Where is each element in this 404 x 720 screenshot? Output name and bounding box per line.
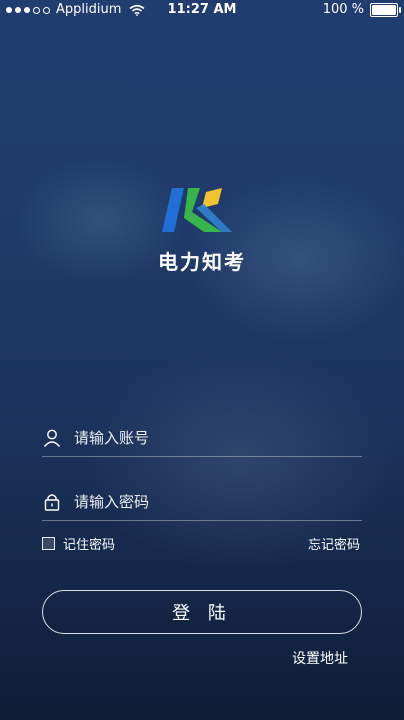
status-bar: Applidium 11:27 AM 100 % bbox=[0, 0, 404, 20]
password-input[interactable] bbox=[74, 493, 362, 511]
status-right: 100 % bbox=[322, 0, 401, 20]
remember-checkbox[interactable] bbox=[42, 537, 55, 550]
app-logo-icon bbox=[162, 188, 232, 232]
battery-icon bbox=[370, 3, 401, 17]
remember-password[interactable]: 记住密码 bbox=[42, 534, 115, 553]
account-field bbox=[42, 420, 362, 457]
forgot-password-link[interactable]: 忘记密码 bbox=[308, 534, 360, 553]
password-field bbox=[42, 484, 362, 521]
battery-percent: 100 % bbox=[322, 2, 364, 17]
user-icon bbox=[43, 429, 61, 447]
battery-fill bbox=[372, 5, 396, 15]
account-input[interactable] bbox=[74, 429, 362, 447]
app-name: 电力知考 bbox=[158, 250, 246, 274]
lock-icon bbox=[44, 494, 60, 511]
login-button[interactable]: 登 陆 bbox=[42, 590, 362, 634]
remember-label: 记住密码 bbox=[63, 538, 116, 553]
settings-address-link[interactable]: 设置地址 bbox=[292, 648, 348, 668]
